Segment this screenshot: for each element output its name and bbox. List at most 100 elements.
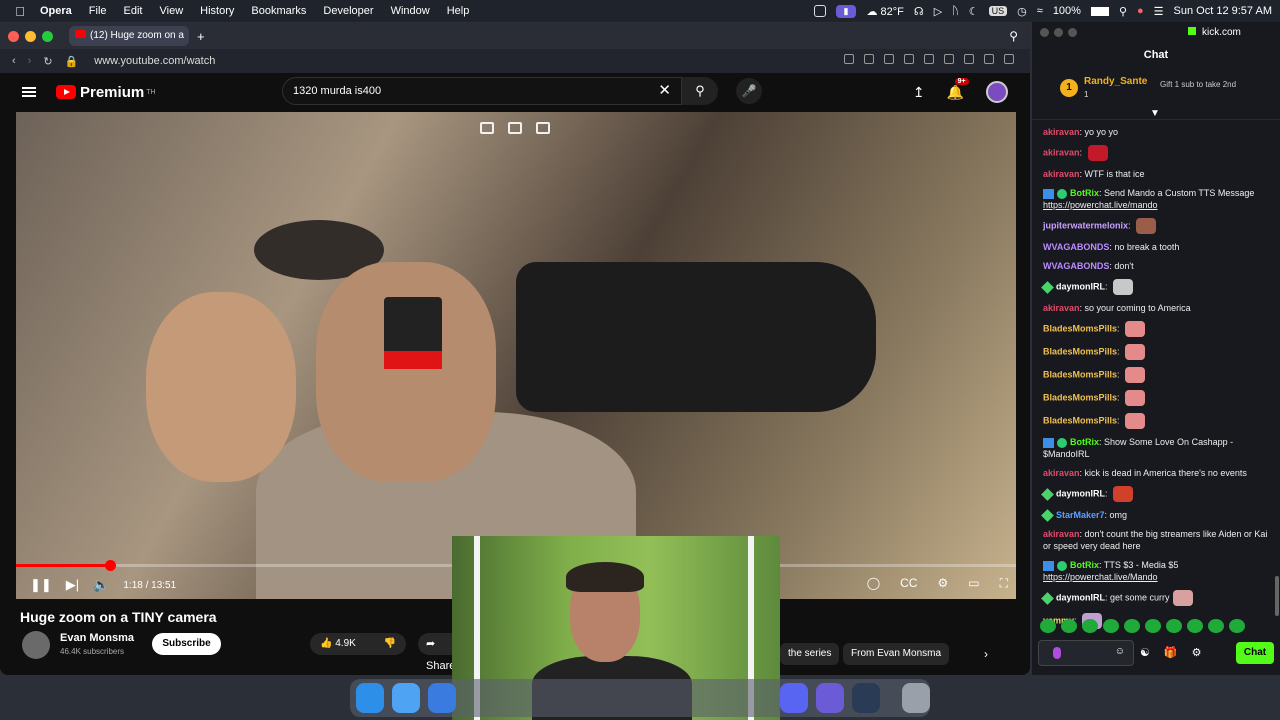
chat-username[interactable]: StarMaker7 — [1056, 510, 1105, 520]
extension-icon[interactable] — [1004, 54, 1014, 64]
account-avatar[interactable] — [986, 81, 1008, 103]
gift-icon[interactable]: 🎁 — [1164, 646, 1178, 659]
chat-username[interactable]: BotRix — [1070, 437, 1099, 447]
trash-icon[interactable] — [902, 683, 930, 713]
play-icon[interactable]: ▷ — [934, 5, 942, 18]
chat-username[interactable]: akiravan — [1043, 468, 1080, 478]
input-source[interactable]: US — [988, 6, 1008, 16]
chat-username[interactable]: BladesMomsPills — [1043, 415, 1117, 425]
chevron-right-icon[interactable]: › — [984, 647, 988, 661]
menu-view[interactable]: View — [160, 5, 184, 17]
new-tab-button[interactable]: + — [197, 29, 205, 44]
chat-username[interactable]: akiravan — [1043, 147, 1080, 157]
tab-youtube[interactable]: (12) Huge zoom on a — [69, 26, 189, 46]
emote-icon[interactable] — [1166, 619, 1182, 633]
chat-username[interactable]: BladesMomsPills — [1043, 323, 1117, 333]
chat-username[interactable]: BotRix — [1070, 188, 1099, 198]
connect-icon[interactable]: ☯ — [1140, 646, 1150, 659]
time-machine-icon[interactable]: ◷ — [1017, 5, 1027, 18]
chat-minimize-button[interactable] — [1054, 28, 1063, 37]
download-icon[interactable] — [944, 54, 954, 64]
emote-icon[interactable] — [1187, 619, 1203, 633]
youtube-logo[interactable]: Premium TH — [56, 84, 156, 101]
finder-icon[interactable] — [356, 683, 384, 713]
chat-username[interactable]: WVAGABONDS — [1043, 242, 1109, 252]
clear-search-icon[interactable]: ✕ — [658, 78, 671, 104]
mail-icon[interactable] — [428, 683, 456, 713]
chat-link[interactable]: https://powerchat.live/mando — [1043, 200, 1158, 210]
menu-icon[interactable] — [964, 54, 974, 64]
send-icon[interactable] — [904, 54, 914, 64]
emote-icon[interactable] — [1229, 619, 1245, 633]
chat-username[interactable]: BladesMomsPills — [1043, 392, 1117, 402]
theater-mode-icon[interactable]: ▭ — [968, 576, 979, 591]
top-gifter[interactable]: 1 Randy_Sante 1 Gift 1 sub to take 2nd ▼ — [1032, 66, 1280, 120]
next-icon[interactable]: ▶| — [66, 577, 79, 593]
mail-app-icon[interactable] — [816, 683, 844, 713]
chat-zoom-button[interactable] — [1068, 28, 1077, 37]
obs-icon[interactable] — [852, 683, 880, 713]
chat-input[interactable]: ☺ — [1038, 640, 1134, 666]
siri-icon[interactable]: ● — [1137, 5, 1144, 17]
snapshot-icon[interactable] — [884, 54, 894, 64]
emote-icon[interactable] — [1145, 619, 1161, 633]
chat-username[interactable]: jupiterwatermelonix — [1043, 220, 1128, 230]
chip-from-channel[interactable]: From Evan Monsma — [843, 643, 950, 665]
menu-file[interactable]: File — [89, 5, 107, 17]
chat-scrollbar[interactable] — [1275, 576, 1279, 616]
hamburger-menu-icon[interactable] — [22, 87, 36, 97]
spotlight-icon[interactable]: ⚲ — [1119, 5, 1127, 18]
enhance-icon[interactable] — [508, 122, 522, 134]
bluetooth-icon[interactable]: ᚢ — [952, 5, 959, 17]
heart-icon[interactable] — [924, 54, 934, 64]
moon-icon[interactable]: ☾ — [969, 5, 979, 18]
battery-text[interactable]: 100% — [1053, 5, 1081, 17]
weather-status[interactable]: ☁ 82°F — [866, 5, 903, 18]
captions-icon[interactable]: CC — [900, 576, 917, 591]
apple-icon[interactable]:  — [0, 4, 40, 19]
notifications-bell-icon[interactable]: 🔔 9+ — [947, 77, 969, 101]
autoplay-toggle[interactable]: ◯ — [867, 576, 880, 591]
gift-prompt[interactable]: Gift 1 sub to take 2nd — [1160, 80, 1260, 90]
chat-username[interactable]: akiravan — [1043, 303, 1080, 313]
headphones-icon[interactable]: ☊ — [914, 5, 924, 18]
edit-icon[interactable] — [844, 54, 854, 64]
discord-icon[interactable] — [780, 683, 808, 713]
send-chat-button[interactable]: Chat — [1236, 642, 1274, 664]
menu-window[interactable]: Window — [391, 5, 430, 17]
minimize-window-button[interactable] — [25, 30, 36, 42]
emoji-picker-icon[interactable]: ☺ — [1115, 646, 1125, 657]
clock[interactable]: Sun Oct 12 9:57 AM — [1174, 5, 1272, 17]
chat-username[interactable]: BotRix — [1070, 560, 1099, 570]
like-button[interactable]: 👍 4.9K 👎 — [310, 633, 406, 655]
back-icon[interactable]: ‹ — [12, 55, 16, 67]
collapse-chevron-icon[interactable]: ▼ — [1150, 108, 1160, 119]
chat-username[interactable]: BladesMomsPills — [1043, 369, 1117, 379]
menu-app-name[interactable]: Opera — [40, 5, 72, 17]
search-button[interactable]: ⚲ — [682, 77, 718, 105]
emote-icon[interactable] — [1208, 619, 1224, 633]
pip-icon[interactable] — [480, 122, 494, 134]
skip-icon[interactable] — [536, 122, 550, 134]
forward-icon[interactable]: › — [28, 55, 32, 67]
chat-username[interactable]: daymonIRL — [1056, 488, 1105, 498]
emote-icon[interactable] — [1061, 619, 1077, 633]
wifi-icon[interactable]: ≈ — [1037, 5, 1043, 17]
microphone-icon[interactable] — [1053, 647, 1061, 659]
control-center-icon[interactable]: ☰ — [1154, 5, 1164, 18]
chat-username[interactable]: akiravan — [1043, 529, 1080, 539]
video-player[interactable]: ❚❚ ▶| 🔈 1:18 / 13:51 ◯ CC ⚙ ▭ ⛶ — [16, 112, 1016, 599]
zoom-window-button[interactable] — [42, 30, 53, 42]
menu-help[interactable]: Help — [447, 5, 470, 17]
close-window-button[interactable] — [8, 30, 19, 42]
profile-icon[interactable] — [984, 54, 994, 64]
search-tabs-icon[interactable]: ⚲ — [1009, 29, 1018, 43]
voice-search-icon[interactable]: 🎤 — [736, 78, 762, 104]
chat-username[interactable]: daymonIRL — [1056, 592, 1105, 602]
emote-icon[interactable] — [1040, 619, 1056, 633]
chat-username[interactable]: WVAGABONDS — [1043, 261, 1109, 271]
upload-icon[interactable]: ↥ — [913, 84, 925, 101]
volume-icon[interactable]: 🔈 — [93, 577, 109, 593]
chat-username[interactable]: daymonIRL — [1056, 281, 1105, 291]
url-field[interactable]: www.youtube.com/watch — [94, 55, 215, 67]
